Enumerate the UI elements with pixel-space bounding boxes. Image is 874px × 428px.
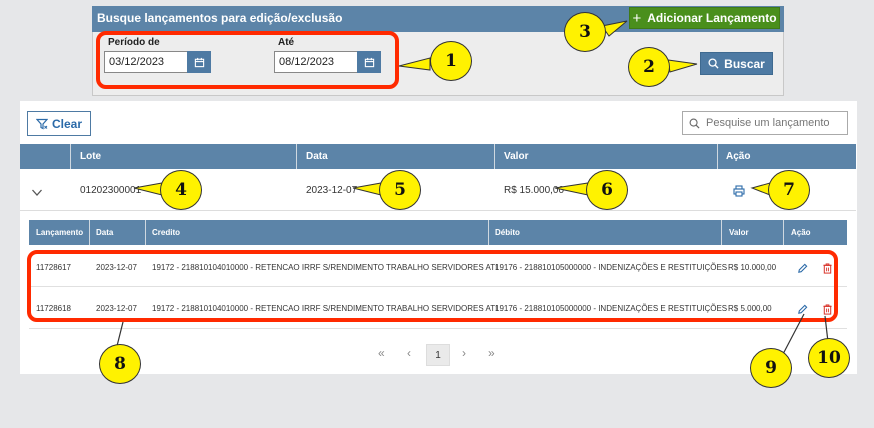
callout-1: 1 (430, 41, 472, 81)
callout-4: 4 (160, 170, 202, 210)
callout-10: 10 (808, 338, 850, 378)
callout-8: 8 (99, 344, 141, 384)
callout-5: 5 (379, 170, 421, 210)
callout-2: 2 (628, 47, 670, 87)
callout-3: 3 (564, 12, 606, 52)
callout-6: 6 (586, 170, 628, 210)
callout-9: 9 (750, 348, 792, 388)
callout-7: 7 (768, 170, 810, 210)
